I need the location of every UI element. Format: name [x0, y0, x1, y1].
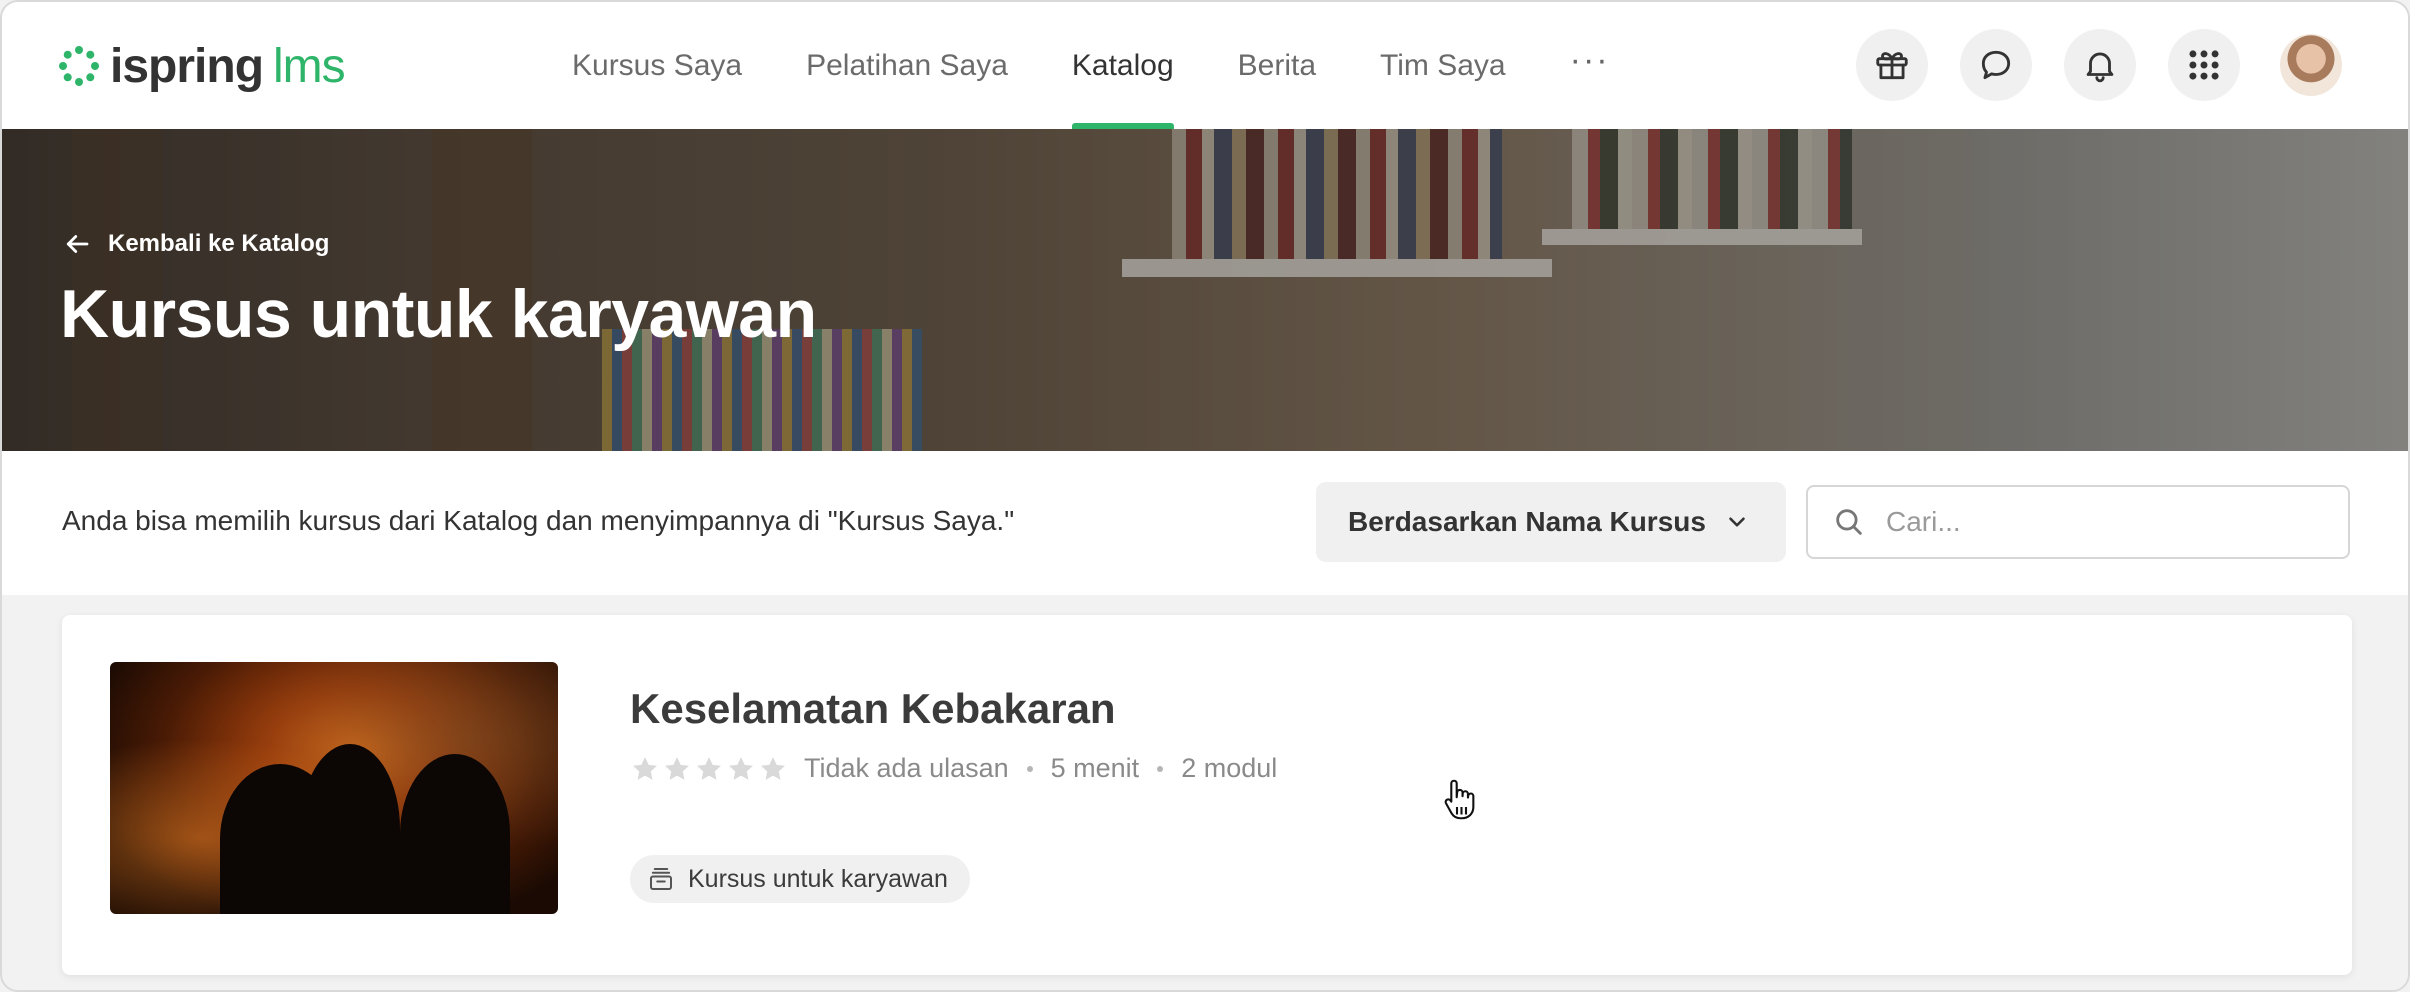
nav-item-tim-saya[interactable]: Tim Saya [1380, 2, 1506, 129]
filter-bar: Anda bisa memilih kursus dari Katalog da… [2, 451, 2408, 595]
header-actions [1824, 29, 2342, 101]
back-link-label: Kembali ke Katalog [108, 230, 330, 257]
page-title: Kursus untuk karyawan [60, 276, 817, 352]
nav-item-pelatihan-saya[interactable]: Pelatihan Saya [806, 2, 1008, 129]
apps-grid-icon [2189, 50, 2219, 80]
gift-icon [1876, 52, 1908, 80]
star-icon [761, 756, 785, 780]
rating-stars [630, 754, 790, 784]
sort-dropdown[interactable]: Berdasarkan Nama Kursus [1316, 482, 1786, 562]
main-nav: Kursus Saya Pelatihan Saya Katalog Berit… [572, 2, 1674, 129]
star-icon [697, 756, 721, 780]
star-icon [729, 756, 753, 780]
course-category-tag[interactable]: Kursus untuk karyawan [630, 855, 970, 903]
apps-button[interactable] [2168, 29, 2240, 101]
course-category-label: Kursus untuk karyawan [688, 864, 948, 893]
star-icon [633, 756, 657, 780]
search-input[interactable] [1886, 506, 2326, 538]
reviews-label: Tidak ada ulasan [804, 753, 1009, 783]
course-title[interactable]: Keselamatan Kebakaran [630, 685, 1116, 733]
nav-item-berita[interactable]: Berita [1238, 2, 1316, 129]
thumbnail-silhouette [400, 754, 510, 914]
course-modules: 2 modul [1181, 753, 1278, 783]
catalog-hero-banner: Kembali ke Katalog Kursus untuk karyawan [2, 129, 2408, 451]
nav-item-katalog[interactable]: Katalog [1071, 2, 1174, 129]
hand-cursor-icon [1444, 779, 1475, 820]
thumbnail-silhouette [300, 744, 400, 914]
meta-separator [1157, 765, 1164, 772]
star-icon [665, 756, 689, 780]
bell-icon [2086, 52, 2114, 83]
course-thumbnail [110, 662, 558, 914]
back-to-catalog-link[interactable]: Kembali ke Katalog [62, 229, 329, 259]
logo-mark-icon [59, 46, 99, 86]
meta-separator [1026, 765, 1033, 772]
nav-more-button[interactable]: ··· [1570, 2, 1610, 124]
chat-button[interactable] [1960, 29, 2032, 101]
catalog-folder-icon [650, 868, 672, 890]
course-duration: 5 menit [1050, 753, 1140, 783]
chevron-down-icon [1729, 517, 1745, 527]
sort-dropdown-label: Berdasarkan Nama Kursus [1348, 506, 1706, 537]
search-box[interactable] [1806, 485, 2350, 559]
notifications-button[interactable] [2064, 29, 2136, 101]
logo-primary-text: ispring [110, 39, 264, 93]
nav-item-kursus-saya[interactable]: Kursus Saya [572, 2, 742, 129]
search-icon [1836, 509, 1862, 535]
catalog-description: Anda bisa memilih kursus dari Katalog da… [62, 505, 1015, 536]
user-avatar[interactable] [2280, 34, 2342, 96]
arrow-left-icon [66, 235, 89, 253]
app-logo[interactable]: ispring lms [58, 38, 346, 94]
gift-button[interactable] [1856, 29, 1928, 101]
course-list: Keselamatan Kebakaran Tidak ada ulasan 5… [2, 595, 2408, 990]
course-card[interactable]: Keselamatan Kebakaran Tidak ada ulasan 5… [62, 615, 2352, 975]
course-meta: Tidak ada ulasan 5 menit 2 modul [630, 753, 1277, 784]
top-navigation-bar: ispring lms Kursus Saya Pelatihan Saya K… [2, 2, 2408, 129]
chat-icon [1981, 50, 2011, 80]
logo-secondary-text: lms [273, 39, 346, 93]
app-window: ispring lms Kursus Saya Pelatihan Saya K… [0, 0, 2410, 992]
